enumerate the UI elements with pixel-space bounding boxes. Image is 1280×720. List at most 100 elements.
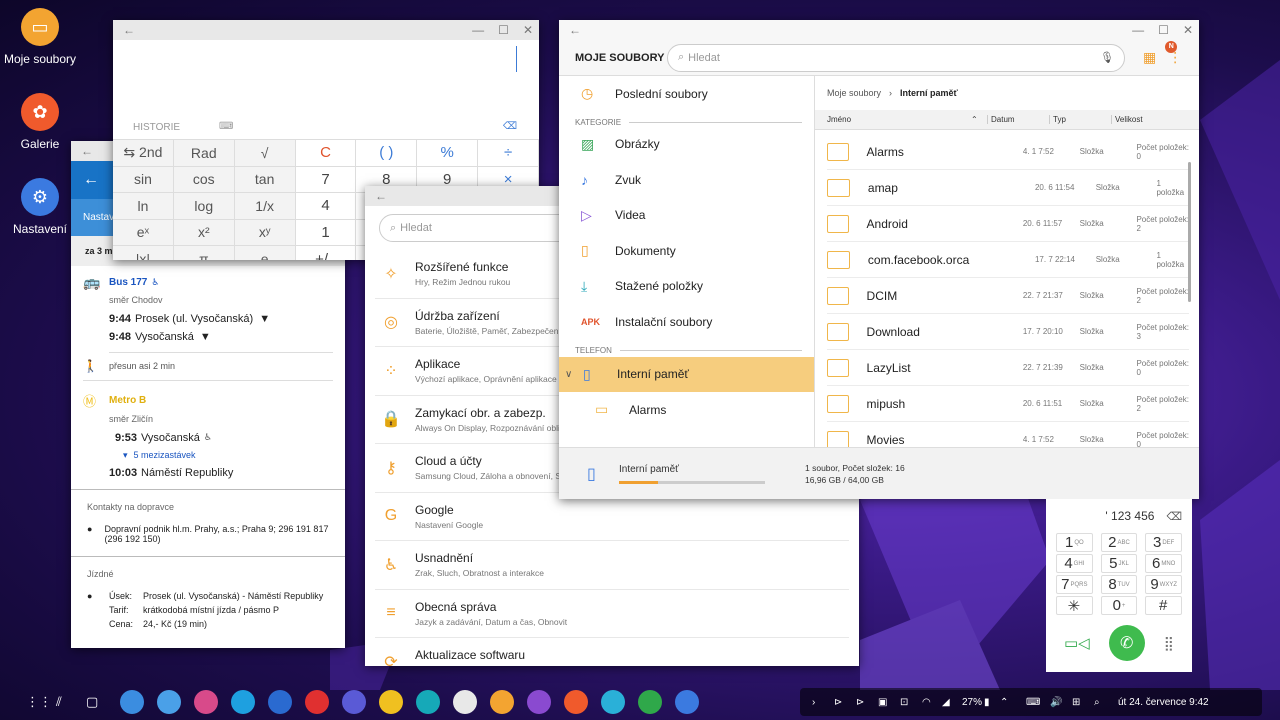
calc-key[interactable]: ln [113,193,174,220]
calc-key[interactable]: tan [234,166,296,193]
chevron-up-icon[interactable]: ⌃ [1000,697,1026,708]
desktop-icon-folder[interactable]: ▭ Moje soubory [0,8,80,66]
settings-item[interactable]: ⟳ Aktualizace softwaru Stáhnout aktualizac… [375,638,849,666]
settings-item[interactable]: ♿ Usnadnění Zrak, Sluch, Obratnost a inter… [375,541,849,590]
calc-key[interactable]: 7 [295,166,357,193]
file-row[interactable]: DCIM 22. 7 21:37 Složka Počet položek: 2 [827,278,1189,314]
calc-key[interactable]: eˣ [113,219,174,246]
calc-key[interactable]: π [173,246,235,260]
sidebar-item[interactable]: ♪ Zvuk [559,162,814,198]
chevron-right-icon[interactable]: › [812,697,834,708]
recent-apps-icon[interactable]: ⫽ [56,694,86,710]
dial-key[interactable]: 8 TUV [1100,575,1138,594]
sidebar-item[interactable]: ▨ Obrázky [559,127,814,163]
maintenance-app-icon[interactable] [416,690,440,714]
dial-key[interactable]: 9 WXYZ [1145,575,1182,594]
file-row[interactable]: Android 20. 6 11:57 Složka Počet položek: 2 [827,206,1189,242]
dial-key[interactable]: 6 MNO [1145,554,1182,573]
keyboard-icon[interactable]: ⌨ [1026,697,1050,708]
notes-app-icon[interactable] [379,690,403,714]
backspace-icon[interactable]: ⌫ [1166,510,1182,523]
calc-key[interactable]: C [295,140,357,167]
info-app-icon[interactable] [305,690,329,714]
dial-key[interactable]: # [1145,596,1182,615]
sidebar-item-alarms[interactable]: ▭ Alarms [559,392,814,428]
calc-key[interactable]: ÷ [478,140,539,167]
home-icon[interactable]: ▢ [86,694,120,710]
calc-key[interactable]: 1/x [234,193,296,220]
calculator-app-icon[interactable] [120,690,144,714]
calc-key[interactable]: |x| [113,246,174,260]
back-icon[interactable]: ← [123,23,135,37]
chrome-app-icon[interactable] [453,690,477,714]
keyboard-icon[interactable]: ⌨ [219,121,233,132]
dex-icon[interactable]: ⊞ [1072,697,1094,708]
file-row[interactable]: LazyList 22. 7 21:39 Složka Počet položek: … [827,350,1189,386]
calc-key[interactable]: cos [173,166,235,193]
desktop-icon-gear[interactable]: ⚙ Nastavení [0,178,80,236]
maximize-icon[interactable]: ☐ [1158,23,1169,37]
file-row[interactable]: mipush 20. 6 11:51 Složka Počet položek: 2 [827,386,1189,422]
stops-count[interactable]: 5 mezizastávek [134,450,196,461]
back-arrow-icon[interactable]: ← [83,171,99,189]
settings-item[interactable]: G Google Nastavení Google [375,493,849,541]
calc-key[interactable]: x² [173,219,235,246]
calc-key[interactable]: Rad [173,140,235,167]
calendar-app-icon[interactable] [342,690,366,714]
calc-key[interactable]: 4 [295,193,357,220]
sort-up-icon[interactable]: ⌃ [971,115,987,124]
galerie-app-icon[interactable] [564,690,588,714]
minimize-icon[interactable]: — [1132,23,1144,37]
scrollbar[interactable] [1188,162,1191,302]
file-row[interactable]: com.facebook.orca 17. 7 22:14 Složka 1 polo… [827,242,1189,278]
back-icon[interactable]: ← [81,144,93,158]
volume-icon[interactable]: 🔊 [1050,697,1072,708]
files-search[interactable]: ⌕ Hledat 🎙 [667,43,1125,72]
historie-button[interactable]: HISTORIE [133,122,180,133]
file-row[interactable]: amap 20. 6 11:54 Složka 1 položka [827,170,1189,206]
calc-key[interactable]: e [234,246,296,260]
dialpad-icon[interactable]: ⣿ [1164,635,1174,652]
dial-key[interactable]: 5 JKL [1100,554,1138,573]
dial-key[interactable]: 7 PQRS [1056,575,1093,594]
sidebar-item-internal[interactable]: ∨ ▯ Interní paměť [559,356,814,392]
file-row[interactable]: Alarms 4. 1 7:52 Složka Počet položek: 0 [827,134,1189,170]
close-icon[interactable]: ✕ [1183,23,1193,37]
col-type[interactable]: Typ [1049,115,1111,124]
skype-app-icon[interactable] [231,690,255,714]
app-drawer-icon[interactable]: ⋮⋮ [26,694,56,710]
sidebar-item[interactable]: ⤓ Stažené položky [559,269,814,305]
dial-key[interactable]: 3 DEF [1145,533,1182,552]
col-name[interactable]: Jméno [827,115,971,124]
mic-icon[interactable]: 🎙 [1100,51,1114,64]
maximize-icon[interactable]: ☐ [498,23,509,37]
calc-key[interactable]: % [417,140,479,167]
calc-key[interactable]: xʸ [234,219,296,246]
call-button[interactable]: ✆ [1108,625,1145,661]
calc-key[interactable]: 1 [295,219,357,246]
col-date[interactable]: Datum [987,115,1049,124]
chevron-down-icon[interactable]: ∨ [565,369,583,380]
grid-view-icon[interactable]: ▦ [1143,49,1156,66]
transit-app-icon[interactable] [268,690,292,714]
dial-key[interactable]: 4 GHI [1056,554,1093,573]
minimize-icon[interactable]: — [472,23,484,37]
calc-key[interactable]: +/₋ [295,246,357,260]
breadcrumb-root[interactable]: Moje soubory [827,88,881,98]
col-size[interactable]: Velikost [1111,115,1143,124]
calc-key[interactable]: ⇆ 2nd [113,140,174,167]
more-options-icon[interactable]: ⋮ N [1165,41,1182,66]
backspace-icon[interactable]: ⌫ [503,121,517,132]
sidebar-item[interactable]: ▷ Videa [559,198,814,234]
expand-icon[interactable]: ▾ [123,450,128,461]
calc-key[interactable]: log [173,193,235,220]
dial-key[interactable]: 1 QO [1056,533,1093,552]
settings-item[interactable]: ≡ Obecná správa Jazyk a zadávání, Datum a … [375,590,849,638]
back-icon[interactable]: ← [569,23,581,37]
gallery-app-icon[interactable] [194,690,218,714]
file-row[interactable]: Download 17. 7 20:10 Složka Počet položek: … [827,314,1189,350]
sidebar-item[interactable]: APK Instalační soubory [559,304,814,340]
camera-app-icon[interactable] [527,690,551,714]
weather-app-icon[interactable] [157,690,181,714]
dial-key[interactable]: 2 ABC [1100,533,1138,552]
